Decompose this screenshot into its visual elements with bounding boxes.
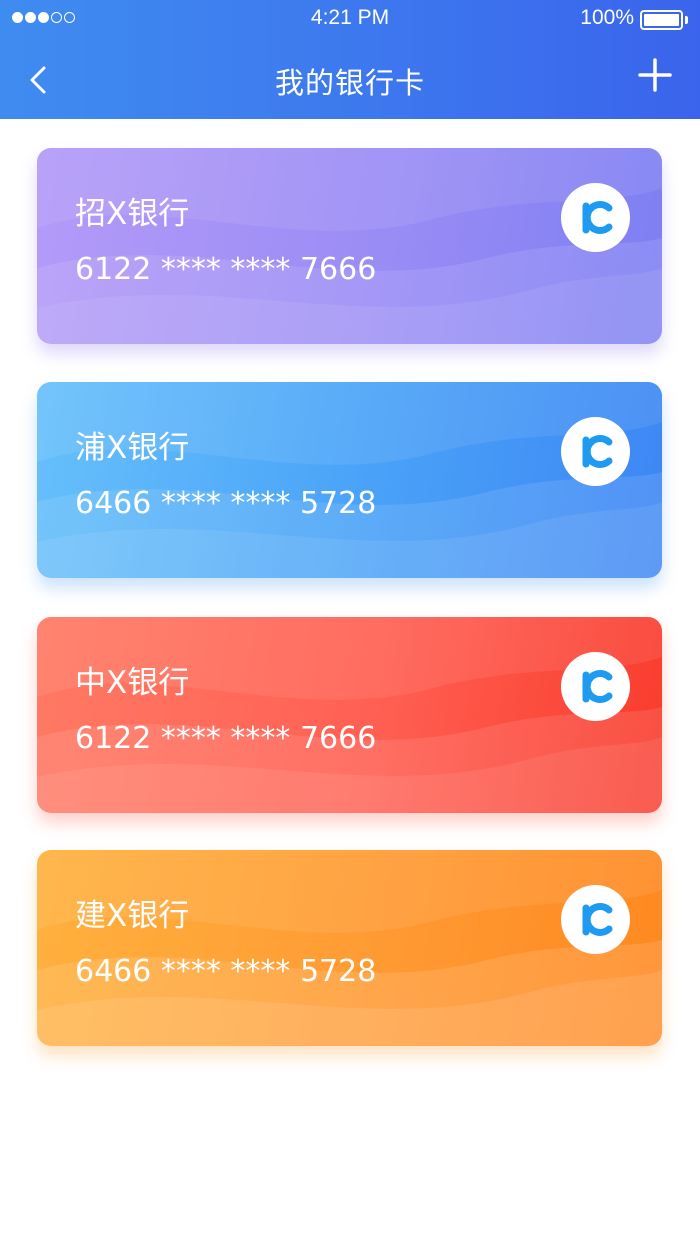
status-bar: 4:21 PM 100% bbox=[0, 0, 700, 40]
battery-icon bbox=[640, 10, 688, 30]
card-number: 6122 **** **** 7666 bbox=[75, 252, 377, 287]
bank-name: 中X银行 bbox=[75, 665, 190, 701]
ic-logo-icon bbox=[561, 183, 630, 252]
add-card-button[interactable] bbox=[638, 58, 672, 92]
card-number: 6466 **** **** 5728 bbox=[75, 954, 377, 989]
bank-name: 浦X银行 bbox=[75, 430, 190, 466]
bank-card[interactable]: 建X银行 6466 **** **** 5728 bbox=[37, 850, 662, 1046]
app-header: 4:21 PM 100% 我的银行卡 bbox=[0, 0, 700, 119]
bank-name: 建X银行 bbox=[75, 898, 190, 934]
bank-card[interactable]: 浦X银行 6466 **** **** 5728 bbox=[37, 382, 662, 578]
ic-logo-icon bbox=[561, 417, 630, 486]
page-title: 我的银行卡 bbox=[274, 66, 425, 100]
bank-card[interactable]: 中X银行 6122 **** **** 7666 bbox=[37, 617, 662, 813]
plus-icon bbox=[638, 58, 672, 92]
battery-percent: 100% bbox=[580, 6, 634, 29]
ic-logo-icon bbox=[561, 885, 630, 954]
card-number: 6122 **** **** 7666 bbox=[75, 721, 377, 756]
nav-bar: 我的银行卡 bbox=[0, 40, 700, 119]
bank-name: 招X银行 bbox=[75, 196, 190, 232]
ic-logo-icon bbox=[561, 652, 630, 721]
card-number: 6466 **** **** 5728 bbox=[75, 486, 377, 521]
bank-card[interactable]: 招X银行 6122 **** **** 7666 bbox=[37, 148, 662, 344]
